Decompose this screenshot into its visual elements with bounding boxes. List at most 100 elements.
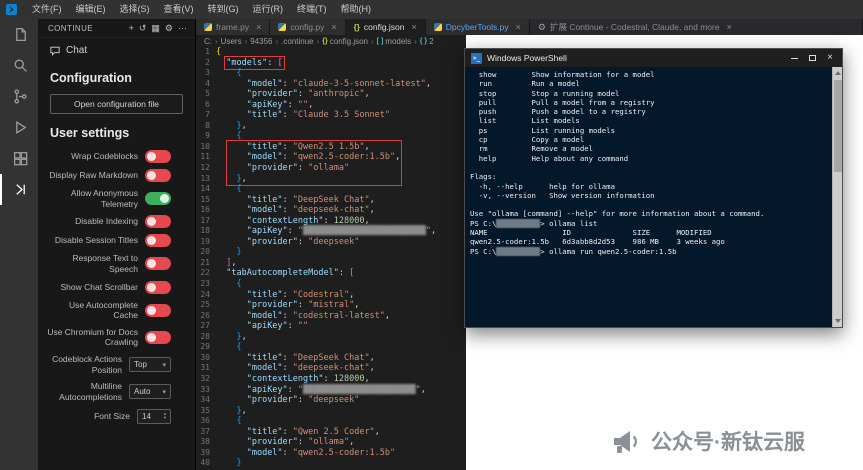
code-line-1[interactable]: 1{ <box>196 47 466 58</box>
breadcrumb-item[interactable]: [ ] models <box>377 37 411 46</box>
toggle-off[interactable] <box>145 150 171 163</box>
minimize-icon[interactable] <box>791 57 799 59</box>
toggle-off[interactable] <box>145 330 171 344</box>
code-line-38[interactable]: 38 "provider": "ollama", <box>196 437 466 448</box>
continue-extension-icon[interactable] <box>0 174 38 205</box>
gear-icon[interactable]: ⚙ <box>165 24 173 33</box>
code-line-33[interactable]: 33 "apiKey": "██████████████████████", <box>196 385 466 396</box>
maximize-icon[interactable] <box>809 55 817 61</box>
dropdown-select[interactable]: Auto ▾ <box>129 384 171 400</box>
code-line-7[interactable]: 7 "title": "Claude 3.5 Sonnet" <box>196 110 466 121</box>
menu-item[interactable]: 转到(G) <box>201 0 246 19</box>
toggle-off[interactable] <box>145 280 171 294</box>
number-input[interactable]: 14 ▴ ▾ <box>137 408 171 424</box>
search-icon[interactable] <box>0 50 38 81</box>
breadcrumb-item[interactable]: C: <box>204 37 212 46</box>
code-line-10[interactable]: 10 "title": "Qwen2.5 1.5b", <box>196 142 466 153</box>
code-line-2[interactable]: 2 "models": [ <box>196 55 466 71</box>
toggle-off[interactable] <box>145 234 171 248</box>
menu-item[interactable]: 选择(S) <box>113 0 157 19</box>
code-line-32[interactable]: 32 "contextLength": 128000, <box>196 374 466 385</box>
scroll-up-icon[interactable] <box>835 71 841 75</box>
close-tab-icon[interactable]: × <box>412 22 417 32</box>
code-line-36[interactable]: 36 { <box>196 416 466 427</box>
code-editor[interactable]: 1{2 "models": [3 {4 "model": "claude-3-5… <box>196 47 466 470</box>
code-line-29[interactable]: 29 { <box>196 342 466 353</box>
tab-扩展 Continue - Codestral, Claude, and more[interactable]: ⚙ 扩展 Continue - Codestral, Claude, and mo… <box>529 19 863 35</box>
menu-item[interactable]: 运行(R) <box>246 0 291 19</box>
toggle-off[interactable] <box>145 215 171 229</box>
code-line-13[interactable]: 13 }, <box>196 174 466 185</box>
toggle-off[interactable] <box>145 303 171 317</box>
toggle-on[interactable] <box>145 192 171 206</box>
toggle-off[interactable] <box>145 169 171 182</box>
dropdown-select[interactable]: Top ▾ <box>129 357 171 373</box>
menu-item[interactable]: 编辑(E) <box>69 0 113 19</box>
code-line-16[interactable]: 16 "model": "deepseek-chat", <box>196 205 466 216</box>
close-tab-icon[interactable]: × <box>516 22 521 32</box>
terminal-scrollbar[interactable] <box>832 67 842 327</box>
terminal-body[interactable]: show Show information for a model run Ru… <box>465 67 842 327</box>
powershell-titlebar[interactable]: >_ Windows PowerShell × <box>465 49 842 67</box>
stepper-icons[interactable]: ▴ ▾ <box>164 411 166 420</box>
close-icon[interactable]: × <box>827 53 833 63</box>
code-line-35[interactable]: 35 }, <box>196 406 466 417</box>
code-line-26[interactable]: 26 "model": "codestral-latest", <box>196 311 466 322</box>
menu-item[interactable]: 文件(F) <box>25 0 69 19</box>
menu-item[interactable]: 终端(T) <box>290 0 334 19</box>
close-tab-icon[interactable]: × <box>727 22 732 32</box>
open-configuration-button[interactable]: Open configuration file <box>50 94 183 114</box>
tab-frame.py[interactable]: frame.py × <box>196 19 271 35</box>
code-line-24[interactable]: 24 "title": "Codestral", <box>196 290 466 301</box>
menu-item[interactable]: 帮助(H) <box>334 0 379 19</box>
close-tab-icon[interactable]: × <box>256 22 261 32</box>
more-icon[interactable]: ⋯ <box>178 24 187 33</box>
breadcrumb-item[interactable]: Users <box>221 37 242 46</box>
scroll-down-icon[interactable] <box>835 319 841 323</box>
breadcrumb-item[interactable]: {} config.json <box>322 37 368 46</box>
code-line-5[interactable]: 5 "provider": "anthropic", <box>196 89 466 100</box>
extensions-icon[interactable] <box>0 143 38 174</box>
toggle-off[interactable] <box>145 257 171 271</box>
code-line-25[interactable]: 25 "provider": "mistral", <box>196 300 466 311</box>
code-line-21[interactable]: 21 ], <box>196 258 466 269</box>
explorer-icon[interactable] <box>0 19 38 50</box>
code-line-28[interactable]: 28 }, <box>196 332 466 343</box>
code-line-3[interactable]: 3 { <box>196 68 466 79</box>
breadcrumb-item[interactable]: .continue <box>281 37 313 46</box>
code-line-22[interactable]: 22 "tabAutocompleteModel": [ <box>196 268 466 279</box>
code-line-18[interactable]: 18 "apiKey": "████████████████████████", <box>196 226 466 237</box>
code-line-9[interactable]: 9 { <box>196 131 466 142</box>
code-line-39[interactable]: 39 "model": "qwen2.5-coder:1.5b" <box>196 448 466 459</box>
menu-item[interactable]: 查看(V) <box>157 0 201 19</box>
code-line-17[interactable]: 17 "contextLength": 128000, <box>196 216 466 227</box>
code-line-8[interactable]: 8 }, <box>196 121 466 132</box>
code-line-11[interactable]: 11 "model": "qwen2.5-coder:1.5b", <box>196 152 466 163</box>
code-line-19[interactable]: 19 "provider": "deepseek" <box>196 237 466 248</box>
code-line-20[interactable]: 20 } <box>196 247 466 258</box>
tab-config.json[interactable]: {} config.json × <box>345 19 426 35</box>
tab-config.py[interactable]: config.py × <box>270 19 346 35</box>
layout-icon[interactable]: ▦ <box>151 24 160 33</box>
source-control-icon[interactable] <box>0 81 38 112</box>
breadcrumb-item[interactable]: { } 2 <box>420 37 434 46</box>
code-line-23[interactable]: 23 { <box>196 279 466 290</box>
code-line-34[interactable]: 34 "provider": "deepseek" <box>196 395 466 406</box>
tab-DpcyberTools.py[interactable]: DpcyberTools.py × <box>425 19 530 35</box>
code-line-15[interactable]: 15 "title": "DeepSeek Chat", <box>196 195 466 206</box>
code-line-6[interactable]: 6 "apiKey": "", <box>196 100 466 111</box>
plus-icon[interactable]: + <box>129 24 134 33</box>
code-line-30[interactable]: 30 "title": "DeepSeek Chat", <box>196 353 466 364</box>
breadcrumb-item[interactable]: 94356 <box>250 37 272 46</box>
code-line-14[interactable]: 14 { <box>196 184 466 195</box>
code-line-12[interactable]: 12 "provider": "ollama" <box>196 163 466 174</box>
history-icon[interactable]: ↺ <box>139 24 147 33</box>
code-line-27[interactable]: 27 "apiKey": "" <box>196 321 466 332</box>
code-line-37[interactable]: 37 "title": "Qwen 2.5 Coder", <box>196 427 466 438</box>
code-line-40[interactable]: 40 } <box>196 458 466 469</box>
run-and-debug-icon[interactable] <box>0 112 38 143</box>
chat-section[interactable]: Chat <box>38 38 195 61</box>
code-line-4[interactable]: 4 "model": "claude-3-5-sonnet-latest", <box>196 79 466 90</box>
code-line-31[interactable]: 31 "model": "deepseek-chat", <box>196 363 466 374</box>
close-tab-icon[interactable]: × <box>331 22 336 32</box>
